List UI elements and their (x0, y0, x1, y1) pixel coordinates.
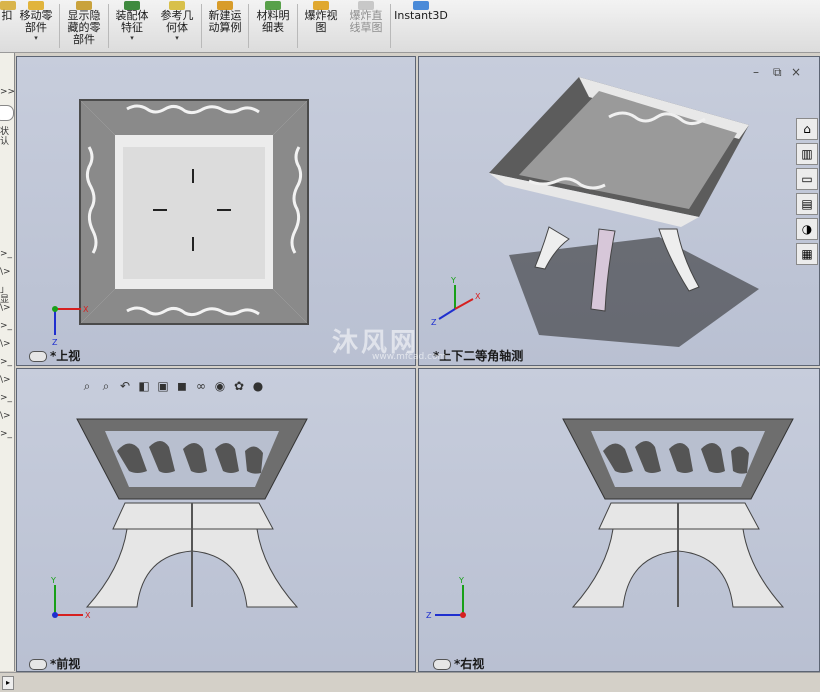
expand-panel-button[interactable]: >> (0, 87, 14, 97)
view-palette-icon[interactable]: ▤ (796, 193, 818, 215)
tb-label: 装配体 特征 (115, 9, 149, 34)
view-name: *上下二等角轴测 (433, 349, 524, 363)
chevron-down-icon[interactable]: ▾ (16, 34, 56, 42)
watermark-url: www.mfcad.com (372, 352, 447, 362)
tree-item[interactable]: >_ (0, 429, 12, 439)
viewport-iso[interactable]: – ⧉ × Y X Z *上下二等角轴测 (418, 56, 820, 366)
viewport-label: *前视 (29, 655, 81, 671)
svg-text:X: X (475, 292, 481, 301)
eye-icon (29, 351, 47, 362)
tree-item[interactable]: \> (0, 375, 11, 385)
svg-text:X: X (83, 305, 89, 314)
tb-label: 显示隐 藏的零 部件 (67, 9, 101, 46)
svg-text:Y: Y (458, 576, 464, 585)
scroll-right-arrow-icon[interactable]: ▸ (2, 676, 14, 690)
bill-of-materials-button[interactable]: 材料明 细表 (251, 0, 295, 52)
tb-label: 扣 (1, 9, 13, 22)
viewport-label: *上下二等角轴测 (433, 347, 523, 364)
tree-item[interactable]: >_ (0, 321, 12, 331)
viewport-label: *右视 (433, 655, 485, 671)
svg-text:Z: Z (431, 318, 437, 327)
close-button[interactable]: × (791, 65, 801, 79)
new-motion-study-button[interactable]: 新建运 动算例 (204, 0, 246, 52)
eye-icon (433, 659, 451, 670)
tree-item[interactable]: 状认 (0, 127, 14, 147)
toolbar-divider (297, 4, 298, 48)
instant3d-button[interactable]: Instant3D (393, 0, 449, 52)
svg-text:Z: Z (426, 611, 432, 620)
svg-text:Y: Y (450, 276, 456, 285)
feature-manager-panel[interactable]: >> 状认 >_ \> 」显 \> >_ \> >_ \> >_ \> >_ (0, 53, 15, 671)
toolbar-divider (108, 4, 109, 48)
svg-text:Y: Y (50, 576, 56, 585)
view-name: *右视 (454, 657, 485, 671)
svg-text:Z: Z (52, 338, 58, 347)
panel-search-field[interactable] (0, 105, 14, 121)
toolbar-divider (248, 4, 249, 48)
view-name: *上视 (50, 349, 81, 363)
tree-item[interactable]: >_ (0, 393, 12, 403)
tree-item[interactable]: \> (0, 303, 11, 313)
tree-item[interactable]: \> (0, 267, 11, 277)
tb-label: 移动零 部件 (19, 9, 53, 34)
viewport-label: *上视 (29, 347, 80, 364)
exploded-view-button[interactable]: 爆炸视 图 (300, 0, 342, 52)
tree-item[interactable]: \> (0, 339, 11, 349)
chevron-down-icon[interactable]: ▾ (155, 34, 199, 42)
viewport-front[interactable]: ⌕ ⌕ ↶ ◧ ▣ ◼ ∞ ◉ ✿ ● Y X *前视 (16, 368, 416, 672)
design-library-icon[interactable]: ▥ (796, 143, 818, 165)
eye-icon (29, 659, 47, 670)
file-explorer-icon[interactable]: ▭ (796, 168, 818, 190)
chevron-down-icon[interactable]: ▾ (111, 34, 153, 42)
tree-item[interactable]: >_ (0, 249, 12, 259)
tb-label: 参考几 何体 (160, 9, 194, 34)
tb-label: Instant3D (394, 9, 448, 22)
home-icon[interactable]: ⌂ (796, 118, 818, 140)
show-hidden-components-button[interactable]: 显示隐 藏的零 部件 (62, 0, 106, 52)
minimize-button[interactable]: – (753, 65, 759, 79)
task-pane-tabs: ⌂ ▥ ▭ ▤ ◑ ▦ (796, 118, 818, 265)
triad-icon: Y X Z (431, 276, 481, 327)
toolbar-divider (59, 4, 60, 48)
move-component-button[interactable]: 移动零 部件 ▾ (16, 0, 56, 52)
toolbar-divider (201, 4, 202, 48)
tb-label: 爆炸视 图 (304, 9, 338, 34)
commandmanager-toolbar: 扣 移动零 部件 ▾ 显示隐 藏的零 部件 装配体 特征 ▾ 参考几 何体 ▾ … (0, 0, 820, 53)
tb-label: 爆炸直 线草图 (349, 9, 383, 34)
toolbar-divider (390, 4, 391, 48)
viewport-top[interactable]: X Z *上视 (16, 56, 416, 366)
tree-item[interactable]: 」显 (0, 285, 14, 305)
tree-item[interactable]: \> (0, 411, 11, 421)
custom-properties-icon[interactable]: ▦ (796, 243, 818, 265)
appearances-icon[interactable]: ◑ (796, 218, 818, 240)
restore-button[interactable]: ⧉ (773, 65, 782, 80)
assembly-features-button[interactable]: 装配体 特征 ▾ (111, 0, 153, 52)
tb-label: 材料明 细表 (256, 9, 290, 34)
tb-item-partial[interactable]: 扣 (0, 0, 16, 52)
viewport-right[interactable]: Y Z *右视 (418, 368, 820, 672)
explode-line-sketch-button[interactable]: 爆炸直 线草图 (344, 0, 388, 52)
status-bar: ▸ (0, 672, 820, 692)
reference-geometry-button[interactable]: 参考几 何体 ▾ (155, 0, 199, 52)
tree-item[interactable]: >_ (0, 357, 12, 367)
svg-text:X: X (85, 611, 91, 620)
view-name: *前视 (50, 657, 81, 671)
triad-icon: Y X (50, 576, 91, 620)
tb-label: 新建运 动算例 (208, 9, 242, 34)
triad-icon: Y Z (426, 576, 466, 620)
